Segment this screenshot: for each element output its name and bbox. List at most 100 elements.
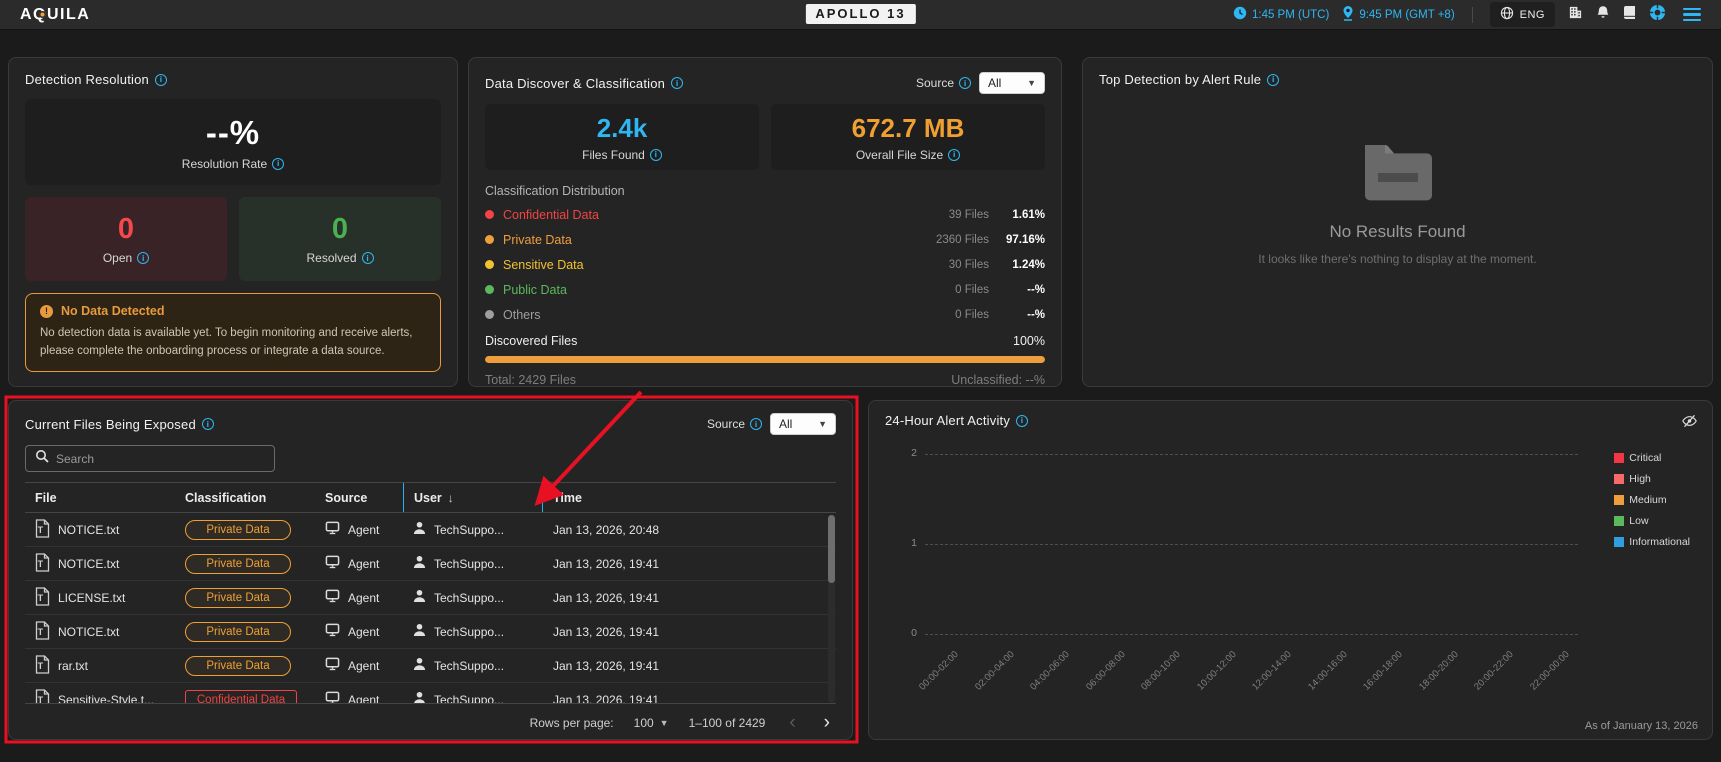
column-header-user[interactable]: User ↓ <box>403 483 543 512</box>
app-logo[interactable]: AQUILA <box>20 6 90 24</box>
legend-item[interactable]: Low <box>1614 515 1690 527</box>
chevron-down-icon: ▼ <box>818 419 827 429</box>
file-size-card: 672.7 MB Overall File Size i <box>771 104 1045 170</box>
source-select[interactable]: All ▼ <box>979 72 1045 94</box>
table-row[interactable]: T NOTICE.txt Private Data Agent Tech <box>25 615 836 649</box>
eye-off-icon <box>1681 413 1698 429</box>
legend-item[interactable]: High <box>1614 473 1690 485</box>
table-scrollbar[interactable] <box>828 515 835 703</box>
legend-label: High <box>1629 473 1651 485</box>
legend-item[interactable]: Medium <box>1614 494 1690 506</box>
panel-title-text: Data Discover & Classification <box>485 76 665 91</box>
panel-title: 24-Hour Alert Activity i <box>885 413 1696 428</box>
time-value: Jan 13, 2026, 19:41 <box>553 591 659 605</box>
distribution-row: Others 0 Files --% <box>485 302 1045 327</box>
table-row[interactable]: T rar.txt Private Data Agent TechSup <box>25 649 836 683</box>
source-cell: Agent <box>315 521 403 538</box>
time-cell: Jan 13, 2026, 20:48 <box>543 523 836 537</box>
organization-button[interactable] <box>1568 5 1583 25</box>
data-discover-panel: Data Discover & Classification i Source … <box>468 57 1062 387</box>
legend-swatch <box>1614 516 1624 526</box>
empty-state: No Results Found It looks like there's n… <box>1099 139 1696 266</box>
hide-chart-button[interactable] <box>1681 413 1698 434</box>
time-cell: Jan 13, 2026, 19:41 <box>543 693 836 705</box>
column-header-file[interactable]: File <box>25 483 175 512</box>
source-name: Agent <box>348 659 379 673</box>
info-icon[interactable]: i <box>1267 74 1279 86</box>
text-file-icon: T <box>35 655 50 677</box>
svg-text:T: T <box>38 525 44 535</box>
next-page-button[interactable]: › <box>820 713 834 732</box>
alert-text: No detection data is available yet. To b… <box>40 325 426 361</box>
legend-label: Critical <box>1629 452 1661 464</box>
info-icon[interactable]: i <box>650 149 662 161</box>
location-pin-icon <box>1342 5 1354 24</box>
x-tick-label: 16:00-18:00 <box>1397 644 1448 662</box>
notifications-button[interactable] <box>1596 5 1610 25</box>
info-icon[interactable]: i <box>1016 415 1028 427</box>
distribution-row: Sensitive Data 30 Files 1.24% <box>485 252 1045 277</box>
user-cell: TechSuppo... <box>403 521 543 538</box>
logo-text: AQUILA <box>20 6 90 23</box>
source-name: Agent <box>348 591 379 605</box>
info-icon[interactable]: i <box>750 418 762 430</box>
column-header-classification[interactable]: Classification <box>175 483 315 512</box>
source-cell: Agent <box>315 623 403 640</box>
x-tick-label: 08:00-10:00 <box>1175 644 1226 662</box>
agent-monitor-icon <box>325 589 340 606</box>
empty-title: No Results Found <box>1329 222 1465 242</box>
classification-files: 39 Files <box>949 209 989 221</box>
info-icon[interactable]: i <box>948 149 960 161</box>
scrollbar-thumb[interactable] <box>828 515 835 583</box>
classification-label: Others <box>503 308 541 322</box>
table-row[interactable]: T NOTICE.txt Private Data Agent Tech <box>25 513 836 547</box>
rows-per-page-select[interactable]: 100 ▼ <box>634 716 669 730</box>
support-button[interactable] <box>1649 4 1666 26</box>
x-tick-label: 20:00-22:00 <box>1508 644 1559 662</box>
info-icon[interactable]: i <box>671 77 683 89</box>
menu-button[interactable] <box>1683 8 1701 22</box>
distribution-row: Private Data 2360 Files 97.16% <box>485 227 1045 252</box>
classification-cell: Private Data <box>175 588 315 608</box>
user-cell: TechSuppo... <box>403 657 543 674</box>
column-header-time[interactable]: Time <box>543 483 836 512</box>
info-icon[interactable]: i <box>155 74 167 86</box>
panel-title: Data Discover & Classification i <box>485 76 683 91</box>
info-icon[interactable]: i <box>959 77 971 89</box>
column-header-source[interactable]: Source <box>315 483 403 512</box>
chart-legend: Critical High Medium Low <box>1614 452 1690 548</box>
user-icon <box>413 691 426 704</box>
table-row[interactable]: T Sensitive-Style.t... Confidential Data… <box>25 683 836 704</box>
classification-percent: 1.24% <box>989 259 1045 271</box>
panel-title: Detection Resolution i <box>25 72 441 87</box>
dashboard: AQUILA APOLLO 13 1:45 PM (UTC) 9:45 PM (… <box>0 0 1721 762</box>
distribution-row: Confidential Data 39 Files 1.61% <box>485 202 1045 227</box>
search-input[interactable] <box>56 452 265 466</box>
source-select[interactable]: All ▼ <box>770 413 836 435</box>
language-selector[interactable]: ENG <box>1490 2 1555 27</box>
legend-swatch <box>1614 537 1624 547</box>
file-cell: T NOTICE.txt <box>25 621 175 643</box>
x-tick-label: 06:00-08:00 <box>1120 644 1171 662</box>
app-title-badge: APOLLO 13 <box>805 4 915 24</box>
source-filter: Source i All ▼ <box>707 413 836 435</box>
file-cell: T NOTICE.txt <box>25 519 175 541</box>
detection-resolution-panel: Detection Resolution i --% Resolution Ra… <box>8 57 458 387</box>
totals-row: Total: 2429 Files Unclassified: --% <box>485 373 1045 387</box>
info-icon[interactable]: i <box>202 418 214 430</box>
file-cell: T rar.txt <box>25 655 175 677</box>
info-icon[interactable]: i <box>362 252 374 264</box>
time-value: Jan 13, 2026, 19:41 <box>553 625 659 639</box>
classification-cell: Private Data <box>175 656 315 676</box>
legend-item[interactable]: Critical <box>1614 452 1690 464</box>
documentation-button[interactable] <box>1623 5 1636 25</box>
agent-monitor-icon <box>325 521 340 538</box>
table-row[interactable]: T NOTICE.txt Private Data Agent Tech <box>25 547 836 581</box>
previous-page-button[interactable]: ‹ <box>785 713 799 732</box>
open-resolved-row: 0 Open i 0 Resolved i <box>25 197 441 281</box>
info-icon[interactable]: i <box>137 252 149 264</box>
x-tick-label: 14:00-16:00 <box>1342 644 1393 662</box>
info-icon[interactable]: i <box>272 158 284 170</box>
table-row[interactable]: T LICENSE.txt Private Data Agent Tec <box>25 581 836 615</box>
legend-item[interactable]: Informational <box>1614 536 1690 548</box>
